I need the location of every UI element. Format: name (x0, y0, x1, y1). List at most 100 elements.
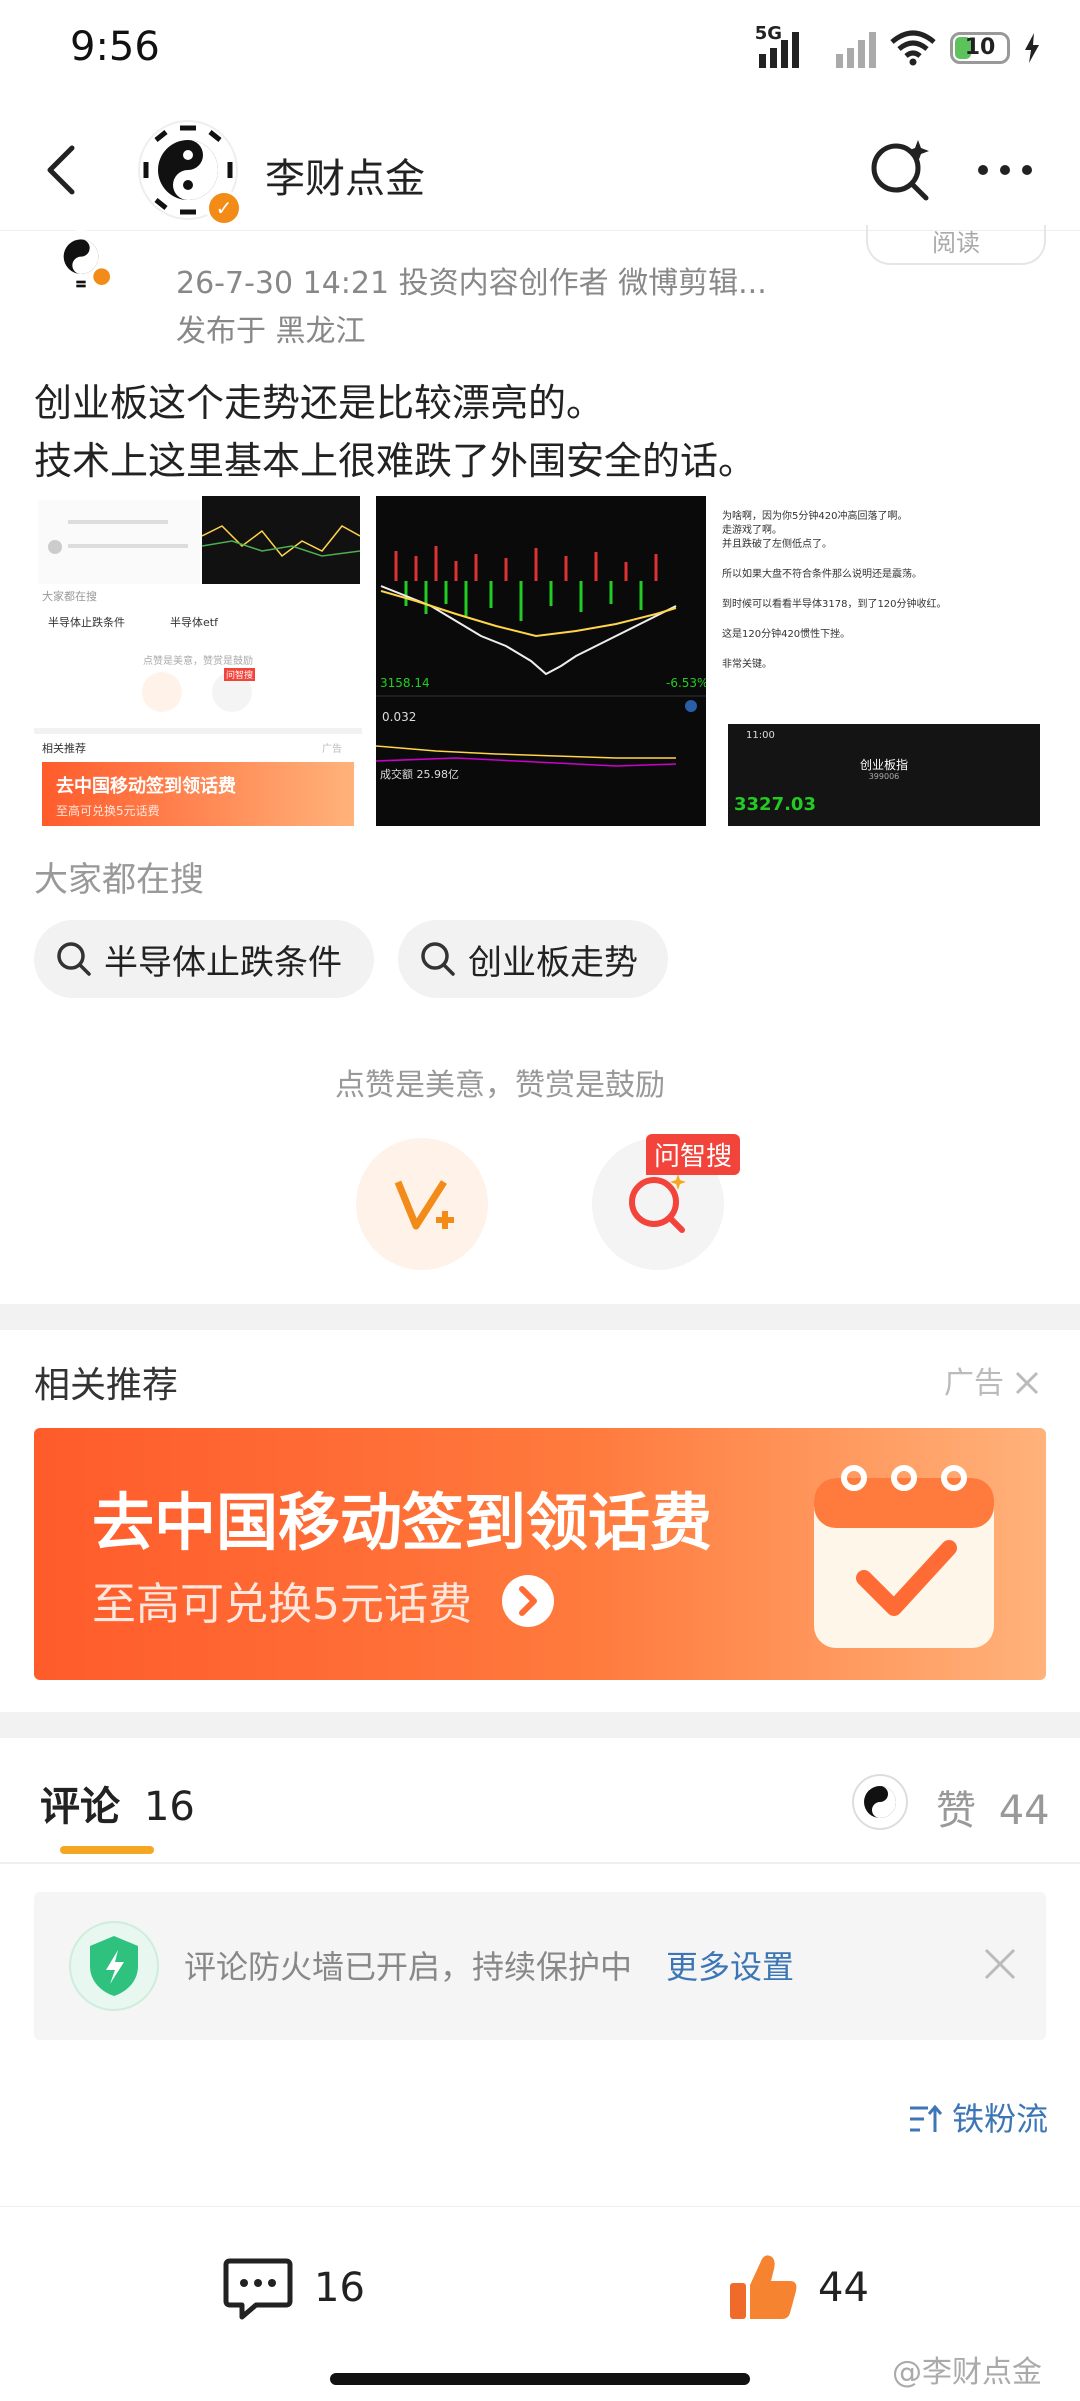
chart-index-label: 3158.14 (380, 676, 430, 690)
image-board-title: 创业板指 (859, 758, 908, 772)
close-icon[interactable] (980, 1944, 1020, 1984)
yin-yang-icon (856, 1778, 904, 1826)
tab-comments-count: 16 (143, 1784, 195, 1830)
post-author-avatar[interactable] (36, 230, 126, 290)
weibo-watermark: @李财点金 (892, 2355, 1042, 2390)
status-time: 9:56 (70, 24, 160, 70)
mini-divider (34, 728, 362, 734)
wifi-icon (890, 30, 936, 66)
liker-avatar[interactable] (852, 1774, 908, 1830)
mini-ad: 广告 (322, 744, 342, 755)
post-image-2[interactable]: 3158.14 -6.53% 0.032 成交额 25.98亿 (376, 496, 706, 826)
mini-badge: 问智搜 (224, 668, 256, 681)
status-icons: 5G 10 (755, 23, 1040, 72)
image-text-line: 所以如果大盘不符合条件那么说明还是震荡。 (722, 569, 922, 580)
tab-separator (0, 1862, 1080, 1864)
mini-banner-line: 去中国移动签到领话费 (56, 776, 236, 797)
top-nav: ✓ 李财点金 (0, 110, 1080, 231)
mini-rec: 相关推荐 (42, 742, 86, 755)
ask-ai-badge: 问智搜 (646, 1134, 741, 1175)
search-chip-label: 创业板走势 (468, 942, 638, 983)
verified-badge-icon: ✓ (206, 190, 242, 226)
mini-post (38, 500, 200, 584)
section-divider (0, 1712, 1080, 1738)
search-icon (421, 942, 455, 976)
post-location: 发布于 黑龙江 (176, 314, 366, 349)
image-text-line: 非常关键。 (722, 659, 772, 670)
recommend-title: 相关推荐 (34, 1365, 179, 1406)
mini-chart (201, 496, 361, 584)
battery-level: 10 (964, 35, 996, 60)
image-board-price: 3327.03 (734, 794, 816, 815)
signal-icon (758, 28, 799, 68)
mini-banner-line: 至高可兑换5元话费 (56, 804, 160, 818)
chart-volume-label: 成交额 25.98亿 (380, 768, 459, 781)
sort-button[interactable]: 铁粉流 (908, 2094, 1048, 2140)
tip-icon (394, 1180, 454, 1230)
image-board-code: 399006 (868, 772, 900, 781)
back-icon[interactable] (34, 140, 94, 200)
post-meta: 26-7-30 14:21 投资内容创作者 微博剪辑... (176, 266, 767, 301)
battery-icon: 10 (950, 32, 1010, 64)
ad-banner-subline: 至高可兑换5元话费 (92, 1568, 556, 1632)
image-phone-screen: 11:00 创业板指 399006 3327.03 (728, 724, 1040, 826)
mini-chip: 半导体etf (170, 616, 218, 629)
search-icon (57, 942, 91, 976)
arrow-right-icon (502, 1575, 554, 1627)
comment-count: 16 (314, 2265, 365, 2311)
calendar-check-icon (814, 1465, 994, 1648)
image-text-line: 为啥啊，因为你5分钟420冲高回落了啊。 (722, 511, 908, 522)
ad-label-text: 广告 (944, 1366, 1004, 1401)
mini-chip: 半导体止跌条件 (48, 616, 125, 629)
search-section-heading: 大家都在搜 (34, 860, 204, 900)
shield-icon (69, 1921, 159, 2011)
status-bar: 9:56 5G 10 (0, 0, 1080, 110)
mini-banner: 去中国移动签到领话费 至高可兑换5元话费 (42, 762, 354, 826)
like-count: 44 (818, 2265, 869, 2311)
search-chip[interactable]: 创业板走势 (398, 920, 668, 998)
tip-button[interactable] (356, 1138, 488, 1270)
tab-comments-label: 评论 (40, 1784, 120, 1830)
charging-icon (1025, 33, 1039, 63)
comment-firewall-notice: 评论防火墙已开启，持续保护中 更多设置 (34, 1892, 1046, 2040)
post-image-3[interactable]: 为啥啊，因为你5分钟420冲高回落了啊。 走游戏了啊。 并且跌破了左侧低点了。 … (718, 496, 1046, 826)
tab-active-indicator (60, 1846, 154, 1854)
post-text-line: 创业板这个走势还是比较漂亮的。 (34, 381, 605, 425)
ad-label[interactable]: 广告 (944, 1358, 1040, 1402)
mini-search-head: 大家都在搜 (42, 590, 97, 603)
comment-icon[interactable] (222, 2257, 294, 2321)
tab-likes[interactable]: 赞 44 (936, 1778, 1050, 1836)
ad-banner-headline: 去中国移动签到领话费 (92, 1486, 713, 1559)
firewall-text: 评论防火墙已开启，持续保护中 (184, 1948, 633, 1986)
image-text-block: 为啥啊，因为你5分钟420冲高回落了啊。 走游戏了啊。 并且跌破了左侧低点了。 … (722, 510, 1042, 672)
sort-label: 铁粉流 (952, 2100, 1049, 2138)
post-text-line: 技术上这里基本上很难跌了外围安全的话。 (34, 439, 757, 483)
post-image-1[interactable]: 大家都在搜 半导体止跌条件 半导体etf 点赞是美意，赞赏是鼓励 问智搜 相关推… (34, 496, 362, 826)
search-chip[interactable]: 半导体止跌条件 (34, 920, 374, 998)
thumbs-up-icon[interactable] (726, 2251, 800, 2325)
more-icon[interactable] (975, 160, 1035, 180)
yin-yang-icon (54, 230, 112, 288)
tab-comments[interactable]: 评论 16 (40, 1774, 195, 1832)
search-ai-icon[interactable] (868, 138, 932, 202)
ad-banner-subline-text: 至高可兑换5元话费 (92, 1579, 472, 1630)
mini-tip: 点赞是美意，赞赏是鼓励 (143, 656, 253, 667)
read-count-pill: 阅读 (866, 225, 1046, 265)
mini-tip-icon (142, 672, 182, 712)
image-text-line: 这是120分钟420惯性下挫。 (722, 629, 851, 640)
section-divider (0, 1304, 1080, 1330)
close-icon[interactable] (1014, 1370, 1040, 1396)
tab-likes-count: 44 (998, 1788, 1050, 1834)
more-settings-link[interactable]: 更多设置 (666, 1942, 794, 1988)
home-indicator[interactable] (330, 2373, 750, 2385)
post-body: 创业板这个走势还是比较漂亮的。 技术上这里基本上很难跌了外围安全的话。 (34, 374, 1044, 490)
image-text-line: 走游戏了啊。 (722, 525, 782, 536)
chart-value-label: 0.032 (382, 710, 417, 724)
reward-tip: 点赞是美意，赞赏是鼓励 (335, 1068, 665, 1103)
bottom-action-bar: 16 44 @李财点金 (0, 2206, 1080, 2401)
image-text-line: 并且跌破了左侧低点了。 (722, 539, 832, 550)
signal-2-icon (836, 28, 876, 68)
image-text-line: 到时候可以看看半导体3178，到了120分钟收红。 (722, 599, 947, 610)
tab-likes-label: 赞 (936, 1788, 976, 1834)
ad-banner[interactable]: 去中国移动签到领话费 至高可兑换5元话费 (34, 1428, 1046, 1680)
